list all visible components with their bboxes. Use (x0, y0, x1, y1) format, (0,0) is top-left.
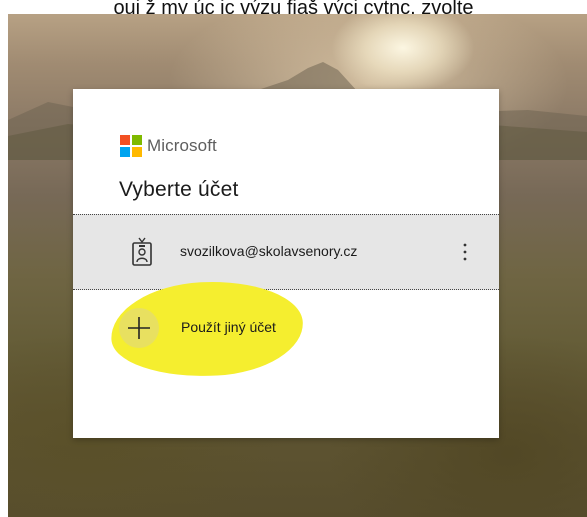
microsoft-logo-row: Microsoft (120, 135, 217, 157)
page-title: Vyberte účet (119, 178, 239, 201)
account-email: svozilkova@skolavsenory.cz (180, 243, 358, 259)
logo-blue-square (120, 147, 130, 157)
screenshot-page: oui ž my úc jc výzu fiaš výci cytnc, zvo… (0, 0, 587, 517)
microsoft-logo-icon (120, 135, 142, 157)
plus-circle (119, 308, 159, 348)
use-other-account-label: Použít jiný účet (181, 319, 276, 335)
plus-icon (128, 317, 150, 339)
account-tile[interactable]: svozilkova@skolavsenory.cz (73, 214, 499, 290)
badge-icon (132, 237, 152, 266)
logo-red-square (120, 135, 130, 145)
logo-yellow-square (132, 147, 142, 157)
account-picker-dialog: Microsoft Vyberte účet svozilkova@skolav… (73, 89, 499, 438)
more-vertical-icon[interactable] (457, 239, 473, 265)
logo-green-square (132, 135, 142, 145)
use-other-account-button[interactable]: Použít jiný účet (113, 304, 313, 356)
brand-name: Microsoft (147, 136, 217, 155)
cropped-caption-text: oui ž my úc jc výzu fiaš výci cytnc, zvo… (113, 0, 474, 14)
